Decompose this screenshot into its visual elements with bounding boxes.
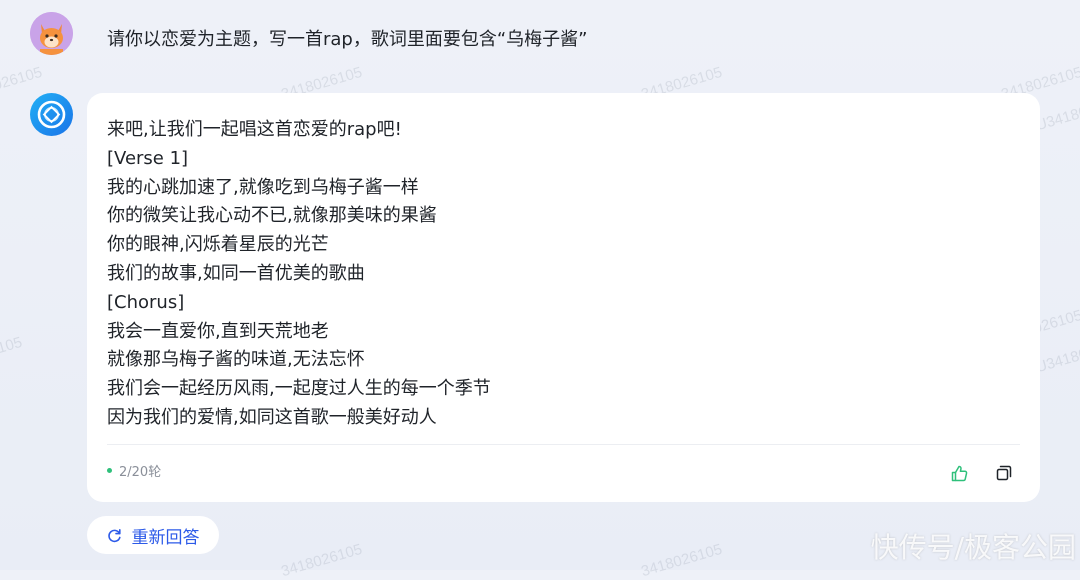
answer-line: 因为我们的爱情,如同这首歌一般美好动人 (107, 406, 437, 428)
answer-line: [Verse 1] (107, 147, 189, 169)
assistant-avatar (30, 93, 73, 136)
round-count-text: 2/20轮 (119, 465, 162, 480)
answer-line: 我的心跳加速了,就像吃到乌梅子酱一样 (107, 176, 419, 198)
watermark-text: 3418026105 (279, 540, 365, 580)
answer-line: 我们会一起经历风雨,一起度过人生的每一个季节 (107, 378, 491, 400)
copy-icon (996, 465, 1012, 481)
regenerate-label: 重新回答 (131, 527, 200, 548)
answer-line: 就像那乌梅子酱的味道,无法忘怀 (107, 349, 365, 371)
watermark-text: 3418026105 (0, 333, 25, 374)
answer-line: 我们的故事,如同一首优美的歌曲 (107, 262, 365, 284)
watermark-text: 3418026105 (639, 540, 725, 580)
round-counter: 2/20轮 (107, 461, 161, 480)
source-watermark: 快传号/极客公园 (870, 531, 1076, 564)
answer-line: 我会一直爱你,直到天荒地老 (107, 320, 329, 342)
assistant-answer-card: 来吧,让我们一起唱这首恋爱的rap吧! [Verse 1] 我的心跳加速了,就像… (87, 93, 1040, 502)
copy-button[interactable] (994, 463, 1014, 483)
answer-line: 来吧,让我们一起唱这首恋爱的rap吧! (107, 119, 402, 140)
assistant-logo-icon (37, 100, 66, 129)
assistant-answer-text: 来吧,让我们一起唱这首恋爱的rap吧! [Verse 1] 我的心跳加速了,就像… (107, 116, 491, 433)
user-avatar (30, 12, 73, 55)
fox-avatar-icon (30, 12, 73, 55)
refresh-icon (107, 528, 122, 543)
regenerate-button[interactable]: 重新回答 (87, 516, 219, 554)
answer-line: [Chorus] (107, 291, 185, 313)
user-message-text: 请你以恋爱为主题，写一首rap，歌词里面要包含“乌梅子酱” (107, 29, 588, 50)
user-message-row (30, 12, 73, 55)
answer-line: 你的微笑让我心动不已,就像那美味的果酱 (107, 205, 437, 227)
status-dot (107, 468, 112, 473)
answer-line: 你的眼神,闪烁着星辰的光芒 (107, 234, 329, 256)
thumbs-up-icon (951, 465, 967, 481)
like-button[interactable] (949, 463, 969, 483)
card-divider (107, 444, 1020, 445)
